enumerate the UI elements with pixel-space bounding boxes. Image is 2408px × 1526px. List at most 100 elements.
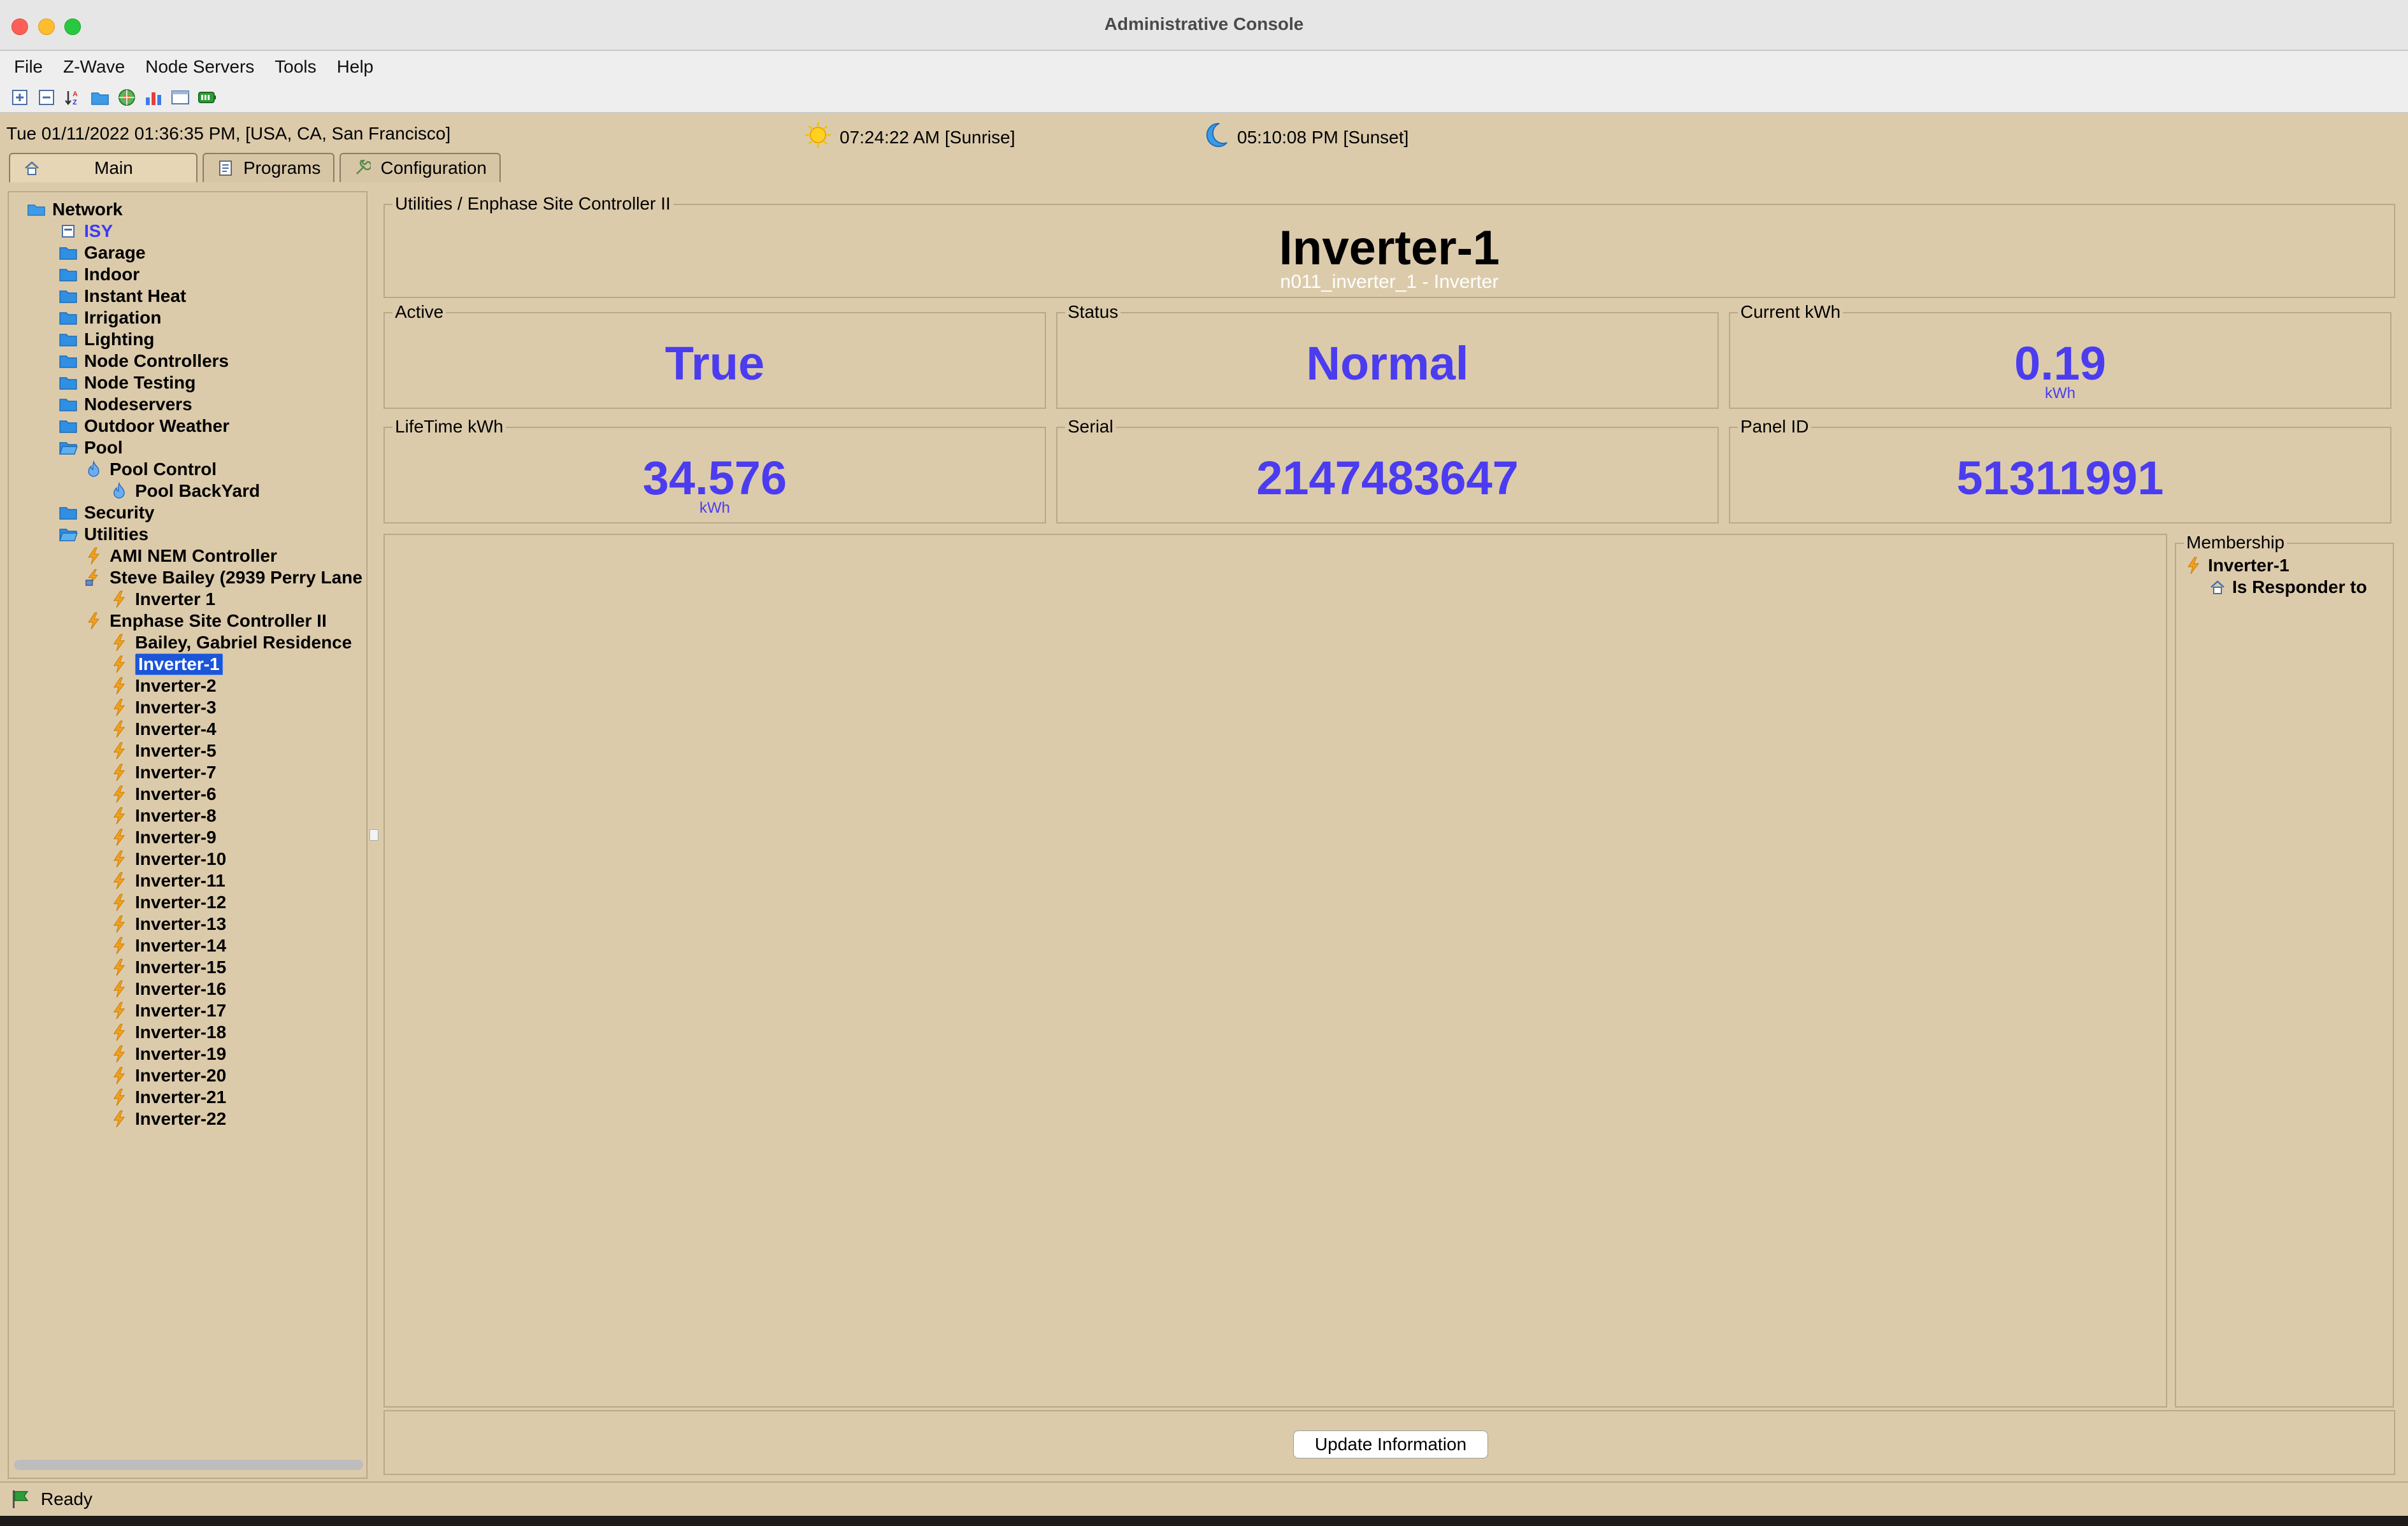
tree-item-label: Enphase Site Controller II <box>110 611 327 631</box>
tree-item[interactable]: Steve Bailey (2939 Perry Lane <box>84 567 362 588</box>
lightning-bolt-icon <box>110 676 129 695</box>
tree-item[interactable]: Inverter-13 <box>110 913 226 935</box>
chart-icon[interactable] <box>144 88 163 107</box>
tree-item-label: Inverter-15 <box>135 957 227 977</box>
window-title: Administrative Console <box>1104 14 1304 34</box>
tree-item[interactable]: Pool BackYard <box>110 480 260 502</box>
tab-programs[interactable]: Programs <box>203 153 335 182</box>
tab-main[interactable]: Main <box>9 153 197 182</box>
tree-item[interactable]: Network <box>27 199 122 220</box>
lightning-bolt-icon <box>2184 556 2203 575</box>
network-globe-icon[interactable] <box>117 88 136 107</box>
lightning-bolt-icon <box>84 546 103 566</box>
node-tree[interactable]: Network ISY Garage Indoor Instant Heat Irriga… <box>8 191 368 1479</box>
tree-item[interactable]: Inverter-6 <box>110 783 217 805</box>
tree-item[interactable]: ISY <box>59 220 113 242</box>
tree-item-label: Inverter-17 <box>135 1001 227 1020</box>
membership-item-node[interactable]: Inverter-1 <box>2184 555 2290 576</box>
battery-icon[interactable] <box>197 88 217 107</box>
node-header: Utilities / Enphase Site Controller II I… <box>383 194 2395 298</box>
tree-item-label: Irrigation <box>84 308 162 327</box>
menu-tools[interactable]: Tools <box>275 57 316 77</box>
tree-item[interactable]: Pool Control <box>84 459 217 480</box>
tree-item[interactable]: Lighting <box>59 329 154 350</box>
lightning-bolt-icon <box>110 1066 129 1085</box>
house-icon <box>2208 578 2227 597</box>
tree-item[interactable]: Garage <box>59 242 146 264</box>
tree-item-label: Pool Control <box>110 459 217 479</box>
folder-icon <box>59 395 78 414</box>
stat-current-kwh-value: 0.19 <box>2014 337 2107 390</box>
tree-item[interactable]: Irrigation <box>59 307 161 329</box>
menu-help[interactable]: Help <box>337 57 374 77</box>
lightning-bolt-icon <box>110 763 129 782</box>
tree-item[interactable]: AMI NEM Controller <box>84 545 277 567</box>
tree-item-label: Pool BackYard <box>135 481 261 501</box>
tree-item[interactable]: Inverter-19 <box>110 1043 226 1065</box>
folder-icon[interactable] <box>90 88 110 107</box>
tree-horizontal-scrollbar[interactable] <box>14 1460 363 1470</box>
tree-item[interactable]: Outdoor Weather <box>59 415 229 437</box>
tree-item[interactable]: Inverter-2 <box>110 675 217 697</box>
tree-item[interactable]: Inverter-18 <box>110 1022 226 1043</box>
tree-item[interactable]: Inverter-9 <box>110 827 217 848</box>
split-pane-handle[interactable] <box>369 829 378 841</box>
main-tabs: Main Programs Configuration <box>9 153 506 183</box>
tab-programs-label: Programs <box>243 158 321 178</box>
tree-item[interactable]: Pool <box>59 437 123 459</box>
membership-item-responder[interactable]: Is Responder to <box>2208 577 2367 597</box>
update-information-button[interactable]: Update Information <box>1293 1430 1488 1458</box>
tree-item[interactable]: Inverter-4 <box>110 718 217 740</box>
status-bar: Ready <box>0 1481 2408 1516</box>
tree-item[interactable]: Inverter-10 <box>110 848 226 870</box>
tree-item-label: Inverter-6 <box>135 784 217 804</box>
membership-title: Membership <box>2184 532 2288 553</box>
tree-item-label: Security <box>84 503 155 522</box>
tree-item[interactable]: Indoor <box>59 264 140 285</box>
tree-item-label: Network <box>52 199 123 219</box>
tree-item[interactable]: Inverter-7 <box>110 762 217 783</box>
tree-item[interactable]: Inverter 1 <box>110 588 215 610</box>
tree-item[interactable]: Inverter-11 <box>110 870 226 892</box>
menu-file[interactable]: File <box>14 57 43 77</box>
tree-item[interactable]: Inverter-5 <box>110 740 217 762</box>
tree-item[interactable]: Inverter-21 <box>110 1087 226 1108</box>
stat-current-kwh: Current kWh 0.19 kWh <box>1729 302 2391 409</box>
tree-item[interactable]: Inverter-16 <box>110 978 226 1000</box>
tree-item[interactable]: Node Testing <box>59 372 196 394</box>
stat-lifetime-kwh-unit: kWh <box>699 499 730 517</box>
tree-item[interactable]: Inverter-12 <box>110 892 226 913</box>
stat-status-label: Status <box>1065 302 1121 322</box>
node-detail-area <box>383 534 2167 1408</box>
tab-configuration[interactable]: Configuration <box>340 153 501 182</box>
window-icon[interactable] <box>171 88 190 107</box>
tree-item[interactable]: Enphase Site Controller II <box>84 610 327 632</box>
tree-item[interactable]: Inverter-3 <box>110 697 217 718</box>
tree-item-label: Outdoor Weather <box>84 416 230 436</box>
collapse-all-icon[interactable] <box>37 88 56 107</box>
expand-all-icon[interactable] <box>10 88 29 107</box>
tree-item[interactable]: Inverter-1 <box>110 653 223 675</box>
tree-item[interactable]: Inverter-15 <box>110 957 226 978</box>
stat-status: Status Normal <box>1056 302 1719 409</box>
lightning-bolt-icon <box>110 720 129 739</box>
sort-icon[interactable]: AZ <box>64 88 83 107</box>
folder-icon <box>59 373 78 392</box>
tree-item[interactable]: Inverter-8 <box>110 805 217 827</box>
admin-console-window: Administrative Console File Z-Wave Node … <box>0 0 2408 1526</box>
menu-zwave[interactable]: Z-Wave <box>63 57 125 77</box>
utility-meter-icon <box>84 568 103 587</box>
tree-item[interactable]: Inverter-20 <box>110 1065 226 1087</box>
tree-item[interactable]: Node Controllers <box>59 350 229 372</box>
tree-item[interactable]: Inverter-17 <box>110 1000 226 1022</box>
sunrise-time: 07:24:22 AM [Sunrise] <box>804 121 1015 153</box>
tree-item[interactable]: Inverter-22 <box>110 1108 226 1130</box>
moon-icon <box>1201 121 1229 153</box>
tree-item[interactable]: Security <box>59 502 155 524</box>
tree-item[interactable]: Bailey, Gabriel Residence <box>110 632 352 653</box>
tree-item[interactable]: Instant Heat <box>59 285 186 307</box>
tree-item[interactable]: Utilities <box>59 524 148 545</box>
tree-item[interactable]: Inverter-14 <box>110 935 226 957</box>
tree-item[interactable]: Nodeservers <box>59 394 192 415</box>
menu-node-servers[interactable]: Node Servers <box>145 57 254 77</box>
